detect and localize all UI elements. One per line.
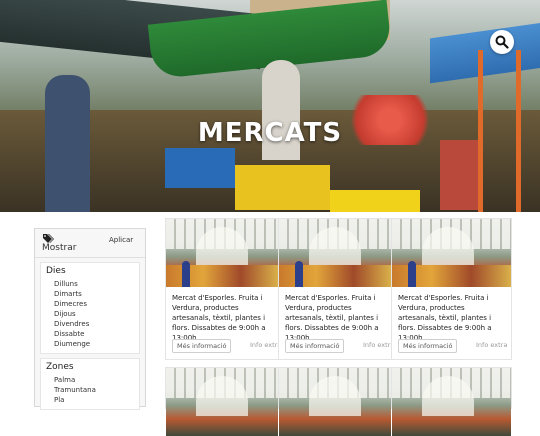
- market-description: Mercat d'Esporles. Fruita i Verdura, pro…: [398, 294, 492, 342]
- filter-item-dissabte[interactable]: Dissabte: [41, 329, 139, 339]
- hero-crate-red: [440, 140, 480, 210]
- filter-item-dimecres[interactable]: Dimecres: [41, 299, 139, 309]
- market-card: Mercat d'Esporles. Fruita i Verdura, pro…: [278, 218, 394, 360]
- apply-filters-button[interactable]: Aplicar: [109, 236, 133, 244]
- market-card: [278, 367, 392, 436]
- filter-item-tramuntana[interactable]: Tramuntana: [41, 385, 139, 395]
- market-image[interactable]: [166, 219, 278, 287]
- filter-title: Mostrar: [42, 243, 77, 253]
- market-image[interactable]: [166, 368, 278, 436]
- tag-icon: [43, 234, 54, 243]
- filter-item-dilluns[interactable]: Dilluns: [41, 279, 139, 289]
- market-card: [165, 367, 279, 436]
- more-info-button[interactable]: Més informació: [285, 339, 345, 353]
- search-icon: [495, 35, 509, 49]
- market-card: [391, 367, 512, 436]
- filter-group-title: Zones: [46, 362, 74, 372]
- market-card: Mercat d'Esporles. Fruita i Verdura, pro…: [165, 218, 281, 360]
- market-image[interactable]: [279, 368, 391, 436]
- market-description: Mercat d'Esporles. Fruita i Verdura, pro…: [285, 294, 379, 342]
- hero-crate-lemons: [330, 190, 420, 212]
- page-title: MERCATS: [197, 118, 343, 148]
- filter-header: Mostrar Aplicar: [35, 229, 145, 258]
- filter-item-dijous[interactable]: Dijous: [41, 309, 139, 319]
- hero-crate-yellow: [235, 165, 330, 210]
- hero-crate-blue: [165, 148, 235, 188]
- market-image[interactable]: [392, 368, 511, 436]
- filter-group-title: Dies: [46, 266, 66, 276]
- hero-awning-blue: [430, 21, 540, 84]
- market-image[interactable]: [392, 219, 511, 287]
- search-button[interactable]: [490, 30, 514, 54]
- filter-sidebar: Mostrar Aplicar Dies Dilluns Dimarts Dim…: [34, 228, 146, 410]
- extra-info-link[interactable]: Info extra: [250, 341, 281, 349]
- more-info-button[interactable]: Més informació: [398, 339, 458, 353]
- more-info-button[interactable]: Més informació: [172, 339, 232, 353]
- filter-group-zones: Zones Palma Tramuntana Pla: [40, 358, 140, 410]
- filter-item-palma[interactable]: Palma: [41, 375, 139, 385]
- market-description: Mercat d'Esporles. Fruita i Verdura, pro…: [172, 294, 266, 342]
- filter-item-diumenge[interactable]: Diumenge: [41, 339, 139, 349]
- extra-info-link[interactable]: Info extra: [363, 341, 394, 349]
- extra-info-link[interactable]: Info extra: [476, 341, 507, 349]
- filter-item-divendres[interactable]: Divendres: [41, 319, 139, 329]
- filter-item-pla[interactable]: Pla: [41, 395, 139, 405]
- hero-banner: MERCATS: [0, 0, 540, 212]
- market-card: Mercat d'Esporles. Fruita i Verdura, pro…: [391, 218, 512, 360]
- filter-group-days: Dies Dilluns Dimarts Dimecres Dijous Div…: [40, 262, 140, 354]
- market-image[interactable]: [279, 219, 391, 287]
- filter-item-dimarts[interactable]: Dimarts: [41, 289, 139, 299]
